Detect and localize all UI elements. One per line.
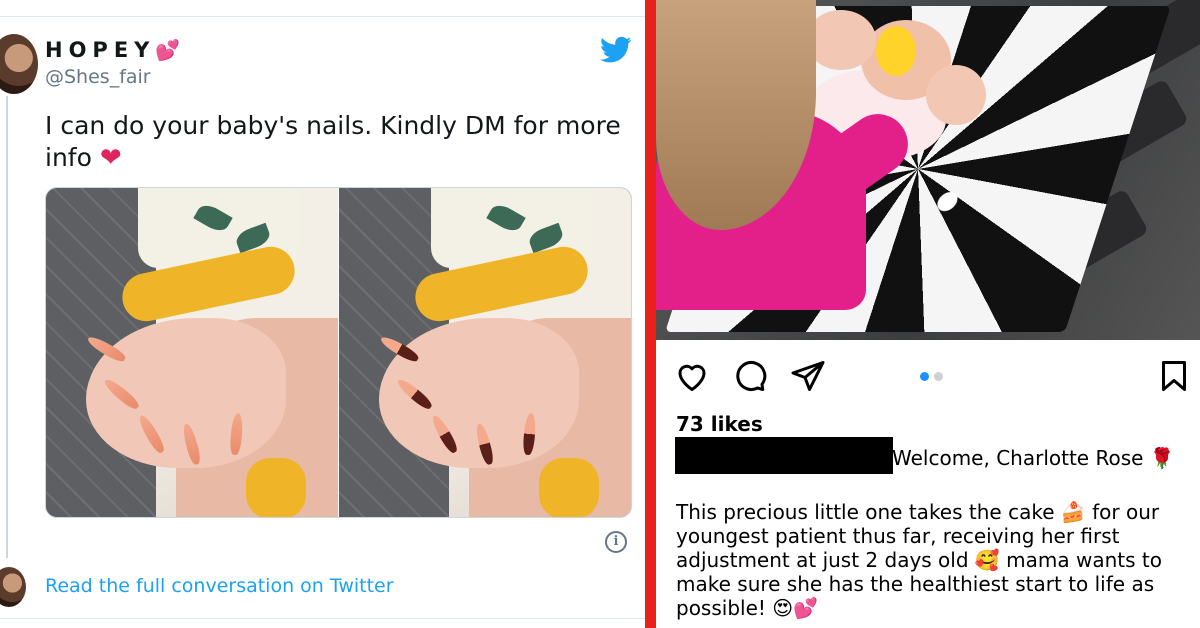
bookmark-icon[interactable] xyxy=(1156,358,1192,394)
divider-line xyxy=(0,16,645,17)
carousel-dot-active xyxy=(920,372,929,381)
display-name[interactable]: HOPEY💕 xyxy=(45,38,180,62)
caption-body: This precious little one takes the cake … xyxy=(676,500,1186,620)
tweet-text: I can do your baby's nails. Kindly DM fo… xyxy=(45,110,640,174)
read-conversation-link[interactable]: Read the full conversation on Twitter xyxy=(45,575,394,597)
baby-nails-photo-2[interactable] xyxy=(339,188,631,517)
tweet-body: I can do your baby's nails. Kindly DM fo… xyxy=(45,111,621,172)
instagram-post: 73 likes Welcome, Charlotte Rose 🌹 This … xyxy=(656,0,1200,628)
share-icon[interactable] xyxy=(790,358,826,394)
display-name-text: HOPEY xyxy=(45,38,156,62)
cake-emoji: 🍰 xyxy=(1060,500,1086,524)
carousel-dot xyxy=(934,372,943,381)
comment-icon[interactable] xyxy=(732,358,768,394)
carousel-indicator xyxy=(920,372,943,381)
red-heart-emoji: ❤ xyxy=(99,143,122,173)
user-handle[interactable]: @Shes_fair xyxy=(45,66,151,88)
two-hearts-emoji: 💕 xyxy=(793,596,819,620)
tweet-media[interactable] xyxy=(45,187,632,518)
baby-nails-photo-1[interactable] xyxy=(46,188,338,517)
avatar-small[interactable] xyxy=(0,567,26,607)
face-blur xyxy=(876,26,916,76)
redacted-username xyxy=(675,437,893,474)
info-icon[interactable]: i xyxy=(605,531,627,553)
caption-text: This precious little one takes the cake xyxy=(676,500,1061,524)
caption-heading-text: Welcome, Charlotte Rose xyxy=(892,446,1144,470)
panel-divider xyxy=(645,0,656,628)
smiling-hearts-emoji: 🥰 xyxy=(974,548,1000,572)
heart-eyes-emoji: 😍 xyxy=(772,596,794,620)
thread-line xyxy=(6,96,8,558)
caption-heading: Welcome, Charlotte Rose 🌹 xyxy=(892,446,1175,470)
heart-icon[interactable] xyxy=(674,358,710,394)
twitter-bird-icon[interactable] xyxy=(600,36,632,64)
tweet-embed: HOPEY💕 @Shes_fair I can do your baby's n… xyxy=(0,0,645,628)
avatar[interactable] xyxy=(0,34,38,94)
rose-emoji: 🌹 xyxy=(1149,446,1175,470)
two-hearts-emoji: 💕 xyxy=(155,38,181,62)
like-count[interactable]: 73 likes xyxy=(676,412,763,436)
divider-line xyxy=(0,618,645,619)
post-photo[interactable] xyxy=(656,0,1200,340)
